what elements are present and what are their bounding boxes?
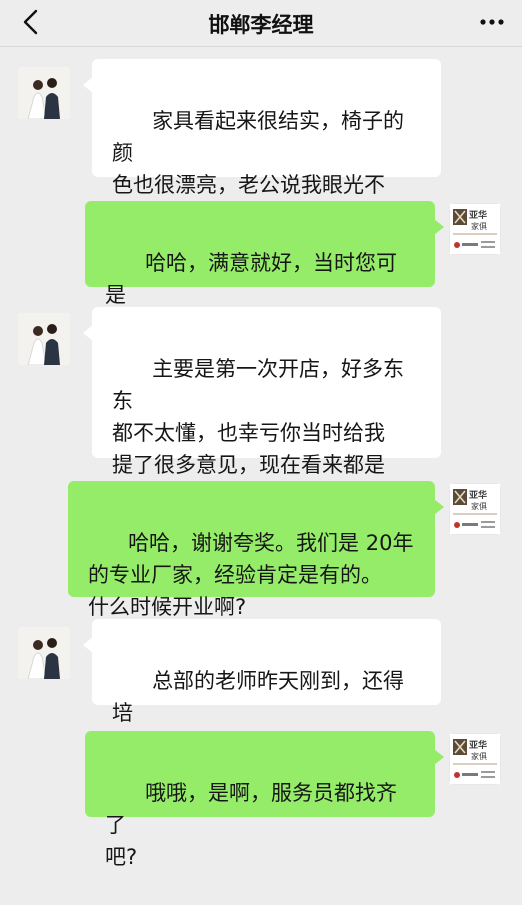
self-avatar[interactable]: 亚华 家俱 [449,203,501,255]
brand-logo-text-bottom: 家俱 [471,501,487,511]
brand-logo-text-top: 亚华 [469,209,487,221]
self-avatar[interactable]: 亚华 家俱 [449,733,501,785]
message-bubble[interactable]: 哈哈，满意就好，当时您可是 纠结了好长时间呢 [85,201,444,339]
message-bubble[interactable]: 家具看起来很结实，椅子的颜 色也很漂亮，老公说我眼光不 错呢 [83,59,441,229]
brand-logo-text-top: 亚华 [469,489,487,501]
ellipsis-icon[interactable] [478,12,506,32]
message-text: 哈哈，谢谢夸奖。我们是 20年 的专业厂家，经验肯定是有的。 什么时候开业啊? [88,531,414,619]
contact-avatar[interactable] [18,627,70,679]
message-bubble[interactable]: 哦哦，是啊，服务员都找齐了 吧? [85,731,444,869]
message-text: 哦哦，是啊，服务员都找齐了 吧? [105,781,398,869]
brand-logo-text-top: 亚华 [469,739,487,751]
contact-avatar[interactable] [18,67,70,119]
message-list[interactable]: 家具看起来很结实，椅子的颜 色也很漂亮，老公说我眼光不 错呢 哈哈，满意就好，当… [0,47,522,869]
self-avatar[interactable]: 亚华 家俱 [449,483,501,535]
chat-title: 邯郸李经理 [208,13,314,37]
message-bubble[interactable]: 总部的老师昨天刚到，还得培 训几天 [83,619,441,757]
contact-avatar[interactable] [18,313,70,365]
message-bubble[interactable]: 主要是第一次开店，好多东东 都不太懂，也幸亏你当时给我 提了很多意见，现在看来都… [83,307,441,509]
message-bubble[interactable]: 哈哈，谢谢夸奖。我们是 20年 的专业厂家，经验肯定是有的。 什么时候开业啊? [68,481,444,619]
chat-header: 邯郸李经理 [0,0,522,47]
brand-logo-text-bottom: 家俱 [471,221,487,231]
brand-logo-text-bottom: 家俱 [471,751,487,761]
